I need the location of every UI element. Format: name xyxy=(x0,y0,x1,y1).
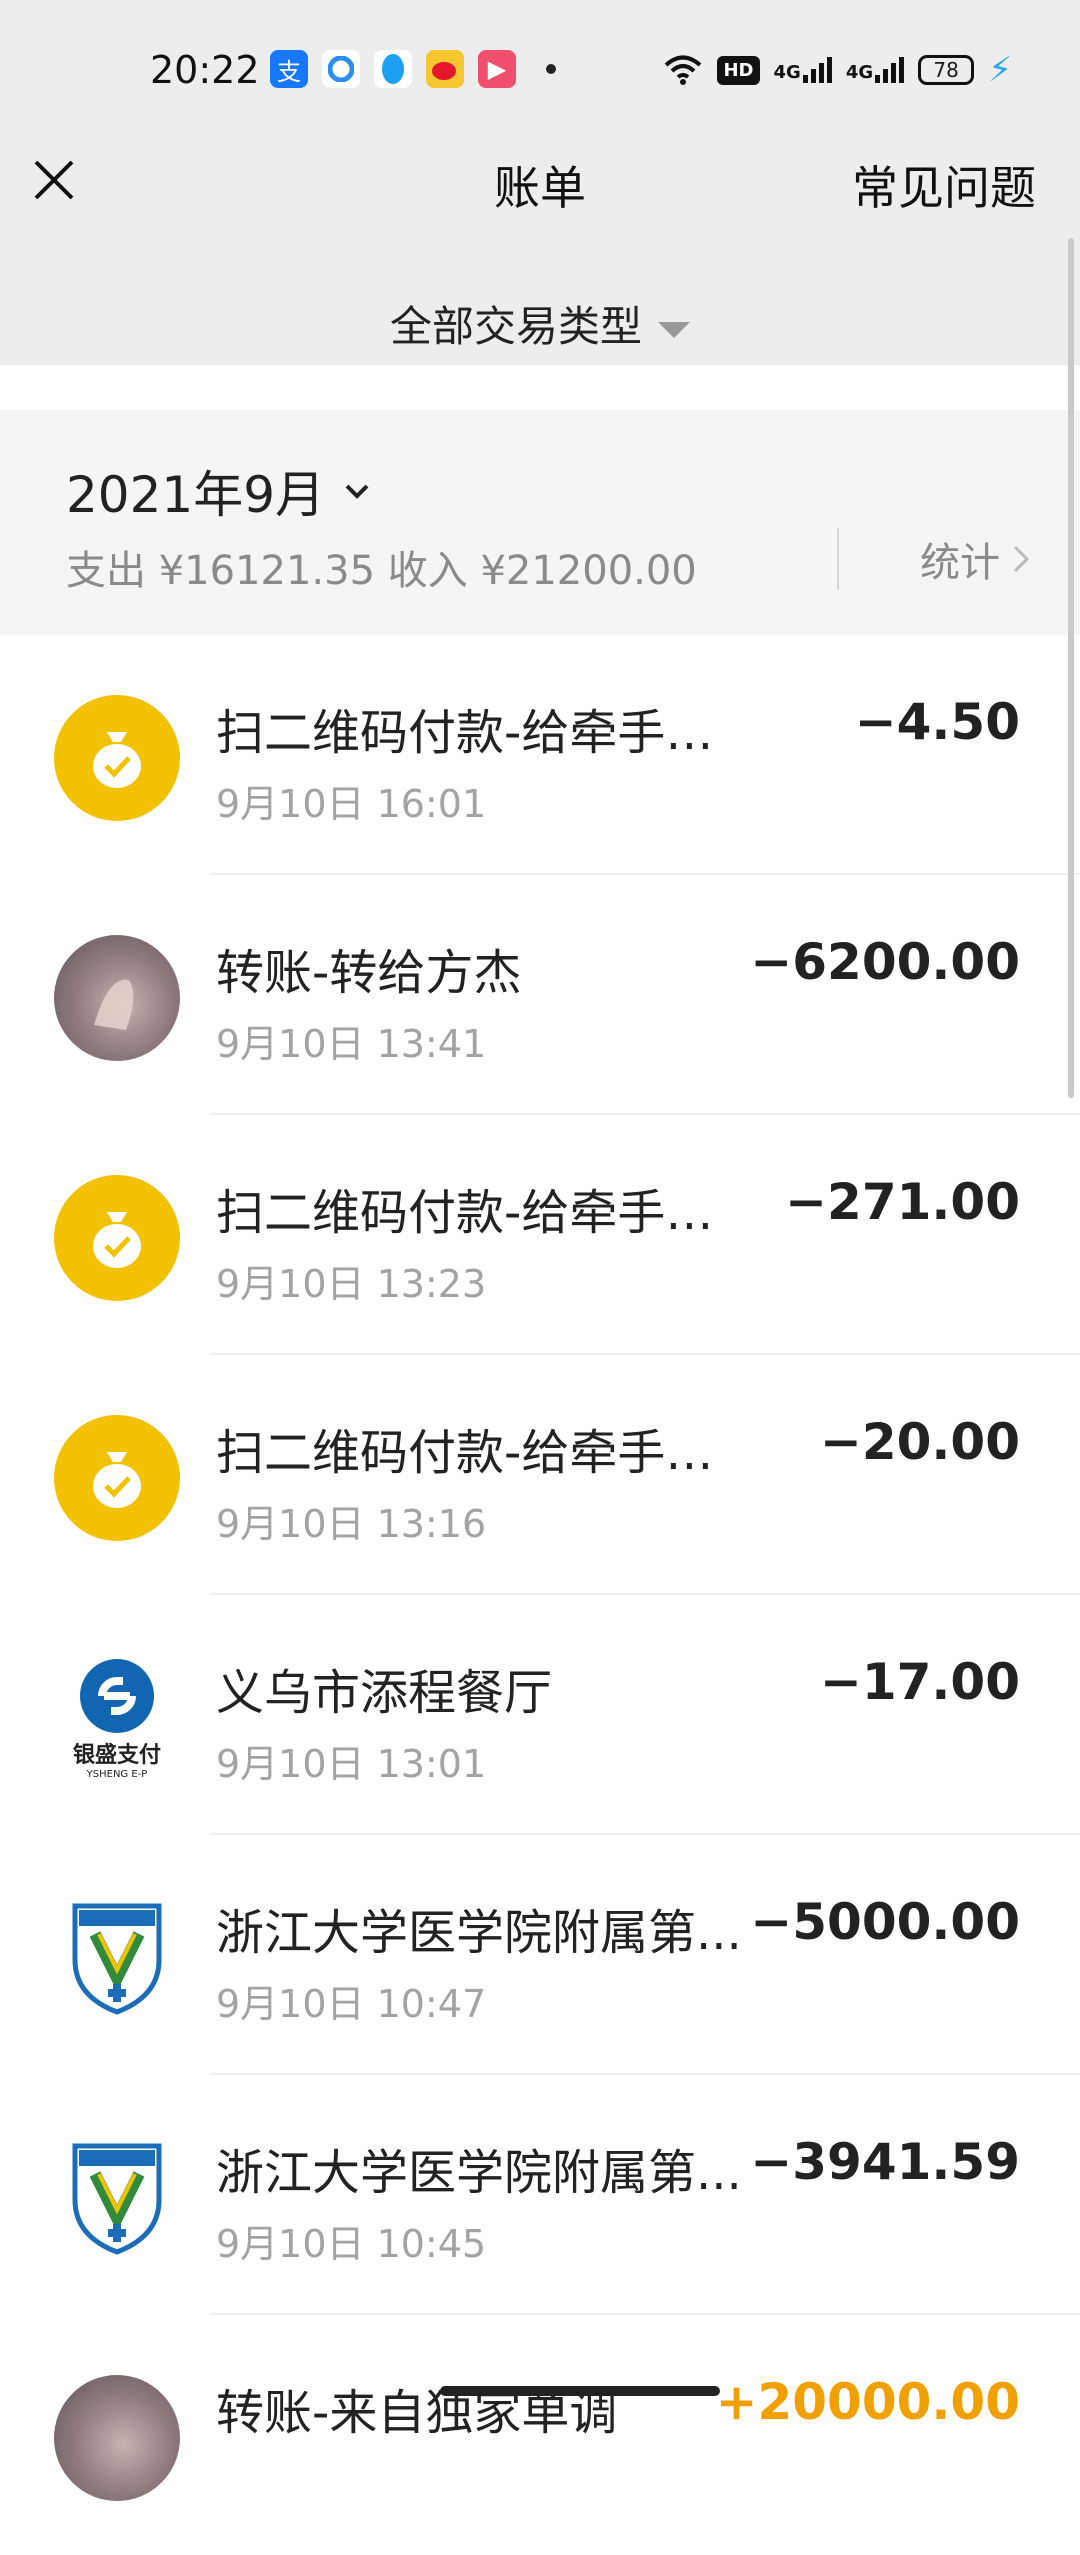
transaction-amount: −20.00 xyxy=(819,1413,1020,1471)
transaction-row[interactable]: 扫二维码付款-给牵手看... 9月10日 13:23 −271.00 xyxy=(0,1115,1080,1355)
month-summary: 2021年9月 支出 ¥16121.35 收入 ¥21200.00 统计 xyxy=(0,410,1080,635)
statistics-link[interactable]: 统计 xyxy=(920,530,1030,588)
circle-app-icon xyxy=(322,50,360,88)
transaction-time: 9月10日 13:23 xyxy=(216,1262,487,1306)
chevron-down-icon xyxy=(345,484,369,499)
transaction-time: 9月10日 13:41 xyxy=(216,1022,487,1066)
transaction-title: 转账-来自独家单调 xyxy=(216,2385,618,2441)
transaction-title: 扫二维码付款-给牵手看... xyxy=(216,705,756,761)
transaction-time: 9月10日 16:01 xyxy=(216,782,487,826)
money-bag-icon xyxy=(54,1175,180,1301)
transaction-time: 9月10日 10:47 xyxy=(216,1982,487,2026)
charging-icon: ⚡ xyxy=(988,50,1012,90)
more-notifications-dot xyxy=(546,64,556,74)
logo-subtext: YSHENG E-P xyxy=(86,1768,148,1780)
filter-label: 全部交易类型 xyxy=(389,302,642,351)
statistics-label: 统计 xyxy=(920,540,1000,586)
transaction-title: 扫二维码付款-给牵手看... xyxy=(216,1425,756,1481)
transaction-amount: −4.50 xyxy=(854,693,1020,751)
divider xyxy=(837,528,839,590)
transaction-list: 扫二维码付款-给牵手看... 9月10日 16:01 −4.50 转账-转给方杰… xyxy=(0,635,1080,2555)
transaction-type-filter[interactable]: 全部交易类型 xyxy=(0,293,1080,354)
hospital-shield-logo xyxy=(54,2135,180,2261)
user-photo-avatar xyxy=(54,2375,180,2501)
system-icons: HD 4G 4G 78 ⚡ xyxy=(663,50,1012,90)
gesture-nav-handle[interactable] xyxy=(440,2386,720,2396)
transaction-title: 扫二维码付款-给牵手看... xyxy=(216,1185,756,1241)
transaction-row[interactable]: 扫二维码付款-给牵手看... 9月10日 16:01 −4.50 xyxy=(0,635,1080,875)
transaction-amount: −17.00 xyxy=(819,1653,1020,1711)
signal-icon-1: 4G xyxy=(774,57,832,83)
hd-badge: HD xyxy=(717,55,760,85)
user-photo-avatar xyxy=(54,935,180,1061)
transaction-amount: +20000.00 xyxy=(715,2373,1020,2431)
transaction-title: 义乌市添程餐厅 xyxy=(216,1665,553,1721)
notification-icons: 支 ▶ xyxy=(270,50,556,88)
signal-icon-2: 4G xyxy=(846,57,905,83)
transaction-time: 9月10日 10:45 xyxy=(216,2222,487,2266)
transaction-amount: −5000.00 xyxy=(750,1893,1020,1951)
transaction-time: 9月10日 13:16 xyxy=(216,1502,487,1546)
hospital-shield-logo xyxy=(54,1895,180,2021)
transaction-amount: −271.00 xyxy=(785,1173,1020,1231)
transaction-row[interactable]: 转账-转给方杰 9月10日 13:41 −6200.00 xyxy=(0,875,1080,1115)
transaction-time: 9月10日 13:01 xyxy=(216,1742,487,1786)
money-bag-icon xyxy=(54,695,180,821)
dropdown-triangle-icon xyxy=(658,321,690,338)
qq-icon xyxy=(374,50,412,88)
yinsheng-pay-logo: 银盛支付 YSHENG E-P xyxy=(54,1655,180,1781)
bill-header: 账单 常见问题 全部交易类型 xyxy=(0,140,1080,365)
battery-icon: 78 xyxy=(918,55,975,85)
transaction-title: 浙江大学医学院附属第... xyxy=(216,1905,742,1961)
transaction-row[interactable]: 转账-来自独家单调 +20000.00 xyxy=(0,2315,1080,2555)
month-selector[interactable]: 2021年9月 xyxy=(66,455,371,527)
transaction-row[interactable]: 银盛支付 YSHENG E-P 义乌市添程餐厅 9月10日 13:01 −17.… xyxy=(0,1595,1080,1835)
transaction-title: 浙江大学医学院附属第... xyxy=(216,2145,742,2201)
alipay-icon: 支 xyxy=(270,50,308,88)
expense-income-totals: 支出 ¥16121.35 收入 ¥21200.00 xyxy=(66,548,697,594)
transaction-row[interactable]: 浙江大学医学院附属第... 9月10日 10:47 −5000.00 xyxy=(0,1835,1080,2075)
status-bar: 20:22 支 ▶ HD 4G 4G 78 ⚡ xyxy=(0,0,1080,140)
transaction-row[interactable]: 浙江大学医学院附属第... 9月10日 10:45 −3941.59 xyxy=(0,2075,1080,2315)
logo-text: 银盛支付 xyxy=(72,1742,161,1768)
chevron-right-icon xyxy=(1013,545,1030,573)
video-app-icon: ▶ xyxy=(478,50,516,88)
faq-link[interactable]: 常见问题 xyxy=(852,152,1036,218)
transaction-row[interactable]: 扫二维码付款-给牵手看... 9月10日 13:16 −20.00 xyxy=(0,1355,1080,1595)
transaction-title: 转账-转给方杰 xyxy=(216,945,522,1001)
weibo-icon xyxy=(426,50,464,88)
transaction-amount: −6200.00 xyxy=(750,933,1020,991)
transaction-amount: −3941.59 xyxy=(750,2133,1020,2191)
money-bag-icon xyxy=(54,1415,180,1541)
scrollbar[interactable] xyxy=(1068,238,1074,1098)
status-time: 20:22 xyxy=(150,48,260,92)
month-label: 2021年9月 xyxy=(66,466,326,524)
wifi-icon xyxy=(665,55,702,85)
